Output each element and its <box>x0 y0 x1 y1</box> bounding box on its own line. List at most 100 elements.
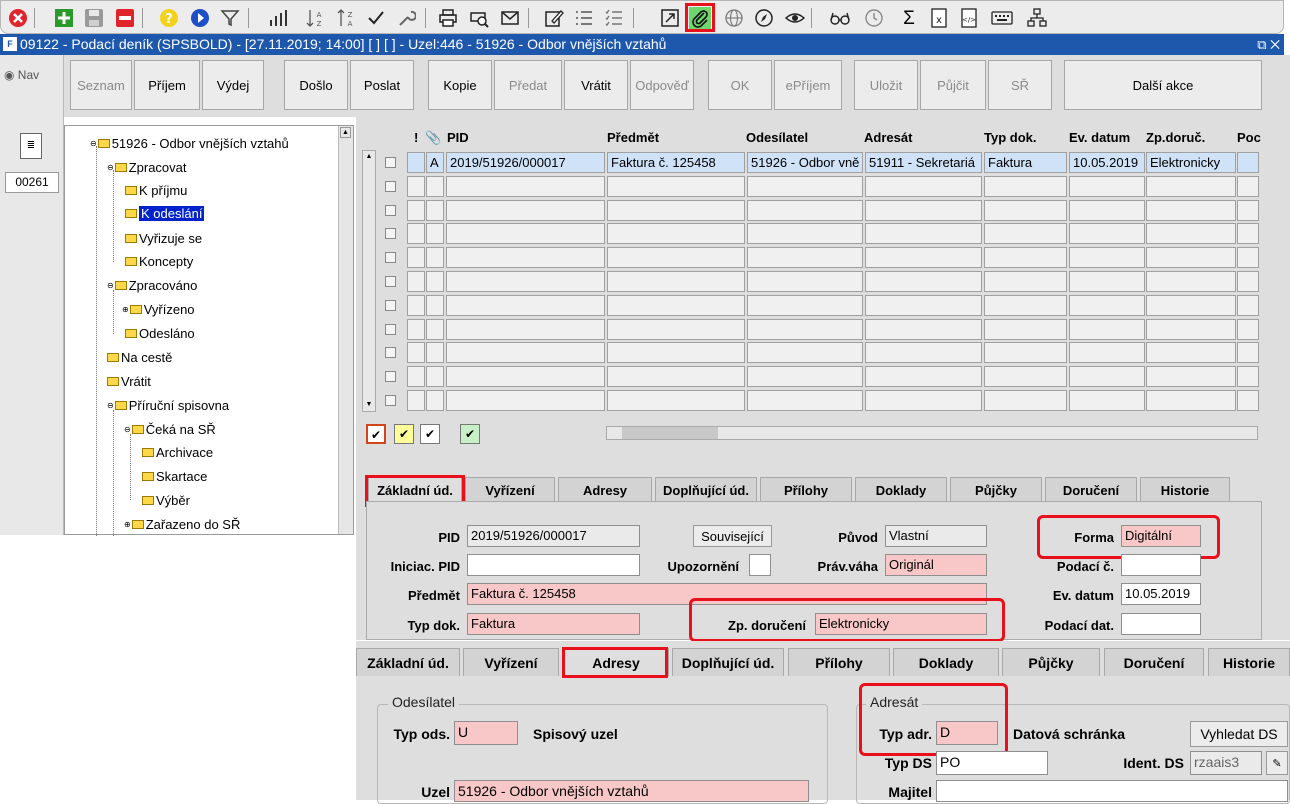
cell-predmet[interactable] <box>607 271 745 292</box>
dalsi-akce-button[interactable]: Další akce <box>1064 60 1262 110</box>
cell-flag[interactable] <box>426 200 444 221</box>
col-header-predmet[interactable]: Předmět <box>607 130 659 145</box>
attachment-icon[interactable] <box>689 7 711 29</box>
filter-checkbox-green[interactable]: ✔ <box>460 424 480 444</box>
row-priority-cell[interactable] <box>407 176 425 197</box>
tree-node-zpracovano[interactable]: ⊖ Zpracováno <box>107 276 197 294</box>
row-checkbox[interactable] <box>385 205 396 216</box>
row-priority-cell[interactable] <box>407 366 425 387</box>
tree-node-vyrizuje-se[interactable]: Vyřizuje se <box>125 229 202 247</box>
checklist-icon[interactable] <box>603 7 625 29</box>
vydej-button[interactable]: Výdej <box>202 60 264 110</box>
cell-poc[interactable] <box>1237 176 1259 197</box>
col-header-poc[interactable]: Poc <box>1237 130 1261 145</box>
cell-poc[interactable] <box>1237 342 1259 363</box>
document-icon[interactable]: ≣ <box>20 133 42 159</box>
save-icon[interactable] <box>83 7 105 29</box>
forward-icon[interactable] <box>189 7 211 29</box>
compass-icon[interactable] <box>753 7 775 29</box>
tab2-doruceni[interactable]: Doručení <box>1104 648 1204 676</box>
cell-pid[interactable]: 2019/51926/000017 <box>446 152 605 173</box>
cell-typ-dok[interactable] <box>984 247 1067 268</box>
row-priority-cell[interactable] <box>407 390 425 411</box>
typ-ods-field[interactable]: U <box>454 721 518 745</box>
cell-pid[interactable] <box>446 366 605 387</box>
tree-node-prirucni-spisovna[interactable]: ⊖ Příruční spisovna <box>107 396 229 414</box>
cell-pid[interactable] <box>446 200 605 221</box>
tree-node-archivace[interactable]: Archivace <box>142 443 213 461</box>
tree-node-ceka-na-sr[interactable]: ⊖ Čeká na SŘ <box>124 420 216 438</box>
cell-pid[interactable] <box>446 247 605 268</box>
cell-typ-dok[interactable] <box>984 223 1067 244</box>
export-icon[interactable] <box>659 7 681 29</box>
cell-ev-datum[interactable] <box>1069 247 1145 268</box>
row-checkbox[interactable] <box>385 252 396 263</box>
cell-flag[interactable] <box>426 247 444 268</box>
cell-ev-datum[interactable] <box>1069 342 1145 363</box>
tab2-historie[interactable]: Historie <box>1208 648 1290 676</box>
cell-ev-datum[interactable] <box>1069 176 1145 197</box>
ev-datum-field[interactable]: 10.05.2019 <box>1121 583 1201 605</box>
cell-adresat[interactable] <box>865 295 982 316</box>
row-priority-cell[interactable] <box>407 271 425 292</box>
cell-typ-dok[interactable]: Faktura <box>984 152 1067 173</box>
cell-typ-dok[interactable] <box>984 295 1067 316</box>
cell-odesilatel[interactable] <box>747 390 863 411</box>
tree-node-k-odeslani[interactable]: K odeslání <box>125 204 205 222</box>
cell-predmet[interactable]: Faktura č. 125458 <box>607 152 745 173</box>
print-preview-icon[interactable] <box>468 7 490 29</box>
cell-adresat[interactable] <box>865 390 982 411</box>
tab2-pujcky[interactable]: Půjčky <box>1002 648 1100 676</box>
eprijem-button[interactable]: ePříjem <box>774 60 842 110</box>
cell-zp-doruc[interactable] <box>1146 223 1236 244</box>
tab2-doplnujici-ud[interactable]: Doplňující úd. <box>672 648 784 676</box>
excel-icon[interactable]: x <box>928 7 950 29</box>
majitel-field[interactable] <box>936 780 1288 802</box>
tree-node-root[interactable]: ⊖ 51926 - Odbor vnějších vztahů <box>90 134 289 152</box>
cell-poc[interactable] <box>1237 200 1259 221</box>
tree-node-na-ceste[interactable]: Na cestě <box>107 348 172 366</box>
edit-icon[interactable] <box>543 7 565 29</box>
cell-pid[interactable] <box>446 176 605 197</box>
cell-odesilatel[interactable] <box>747 271 863 292</box>
podaci-cislo-field[interactable] <box>1121 554 1201 576</box>
puvod-field[interactable]: Vlastní <box>885 525 987 547</box>
pujcit-button[interactable]: Půjčit <box>920 60 986 110</box>
cell-flag[interactable] <box>426 390 444 411</box>
vratit-button[interactable]: Vrátit <box>564 60 628 110</box>
tree-node-skartace[interactable]: Skartace <box>142 467 207 485</box>
row-priority-cell[interactable] <box>407 200 425 221</box>
forma-field[interactable]: Digitální <box>1121 525 1201 547</box>
souvisejici-button[interactable]: Související <box>693 525 772 547</box>
cell-ev-datum[interactable]: 10.05.2019 <box>1069 152 1145 173</box>
tab2-vyrizeni[interactable]: Vyřízení <box>463 648 559 676</box>
tab-prilohy[interactable]: Přílohy <box>760 477 852 502</box>
filter-icon[interactable] <box>219 7 241 29</box>
print-icon[interactable] <box>437 7 459 29</box>
tab-historie[interactable]: Historie <box>1140 477 1230 502</box>
col-header-odesilatel[interactable]: Odesílatel <box>746 130 808 145</box>
cell-poc[interactable] <box>1237 223 1259 244</box>
ident-ds-picker-icon[interactable]: ✎ <box>1266 751 1288 775</box>
sort-desc-icon[interactable]: ZA <box>335 7 357 29</box>
cell-poc[interactable] <box>1237 295 1259 316</box>
tree-node-vyber[interactable]: Výběr <box>142 491 190 509</box>
delete-icon[interactable] <box>114 7 136 29</box>
cell-odesilatel[interactable] <box>747 200 863 221</box>
cell-predmet[interactable] <box>607 319 745 340</box>
cell-adresat[interactable] <box>865 223 982 244</box>
tab-doplnujici-ud[interactable]: Doplňující úd. <box>655 477 757 502</box>
cell-pid[interactable] <box>446 271 605 292</box>
cell-flag[interactable] <box>426 366 444 387</box>
cell-ev-datum[interactable] <box>1069 319 1145 340</box>
cell-ev-datum[interactable] <box>1069 295 1145 316</box>
vyhledat-ds-button[interactable]: Vyhledat DS <box>1190 721 1288 747</box>
cell-odesilatel[interactable] <box>747 247 863 268</box>
cell-adresat[interactable] <box>865 176 982 197</box>
chart-icon[interactable] <box>267 7 289 29</box>
tree-node-zpracovat[interactable]: ⊖ Zpracovat <box>107 158 187 176</box>
row-checkbox[interactable] <box>385 300 396 311</box>
cell-poc[interactable] <box>1237 390 1259 411</box>
odpoved-button[interactable]: Odpověď <box>630 60 694 110</box>
collapse-icon[interactable]: ⊖ <box>90 139 97 148</box>
